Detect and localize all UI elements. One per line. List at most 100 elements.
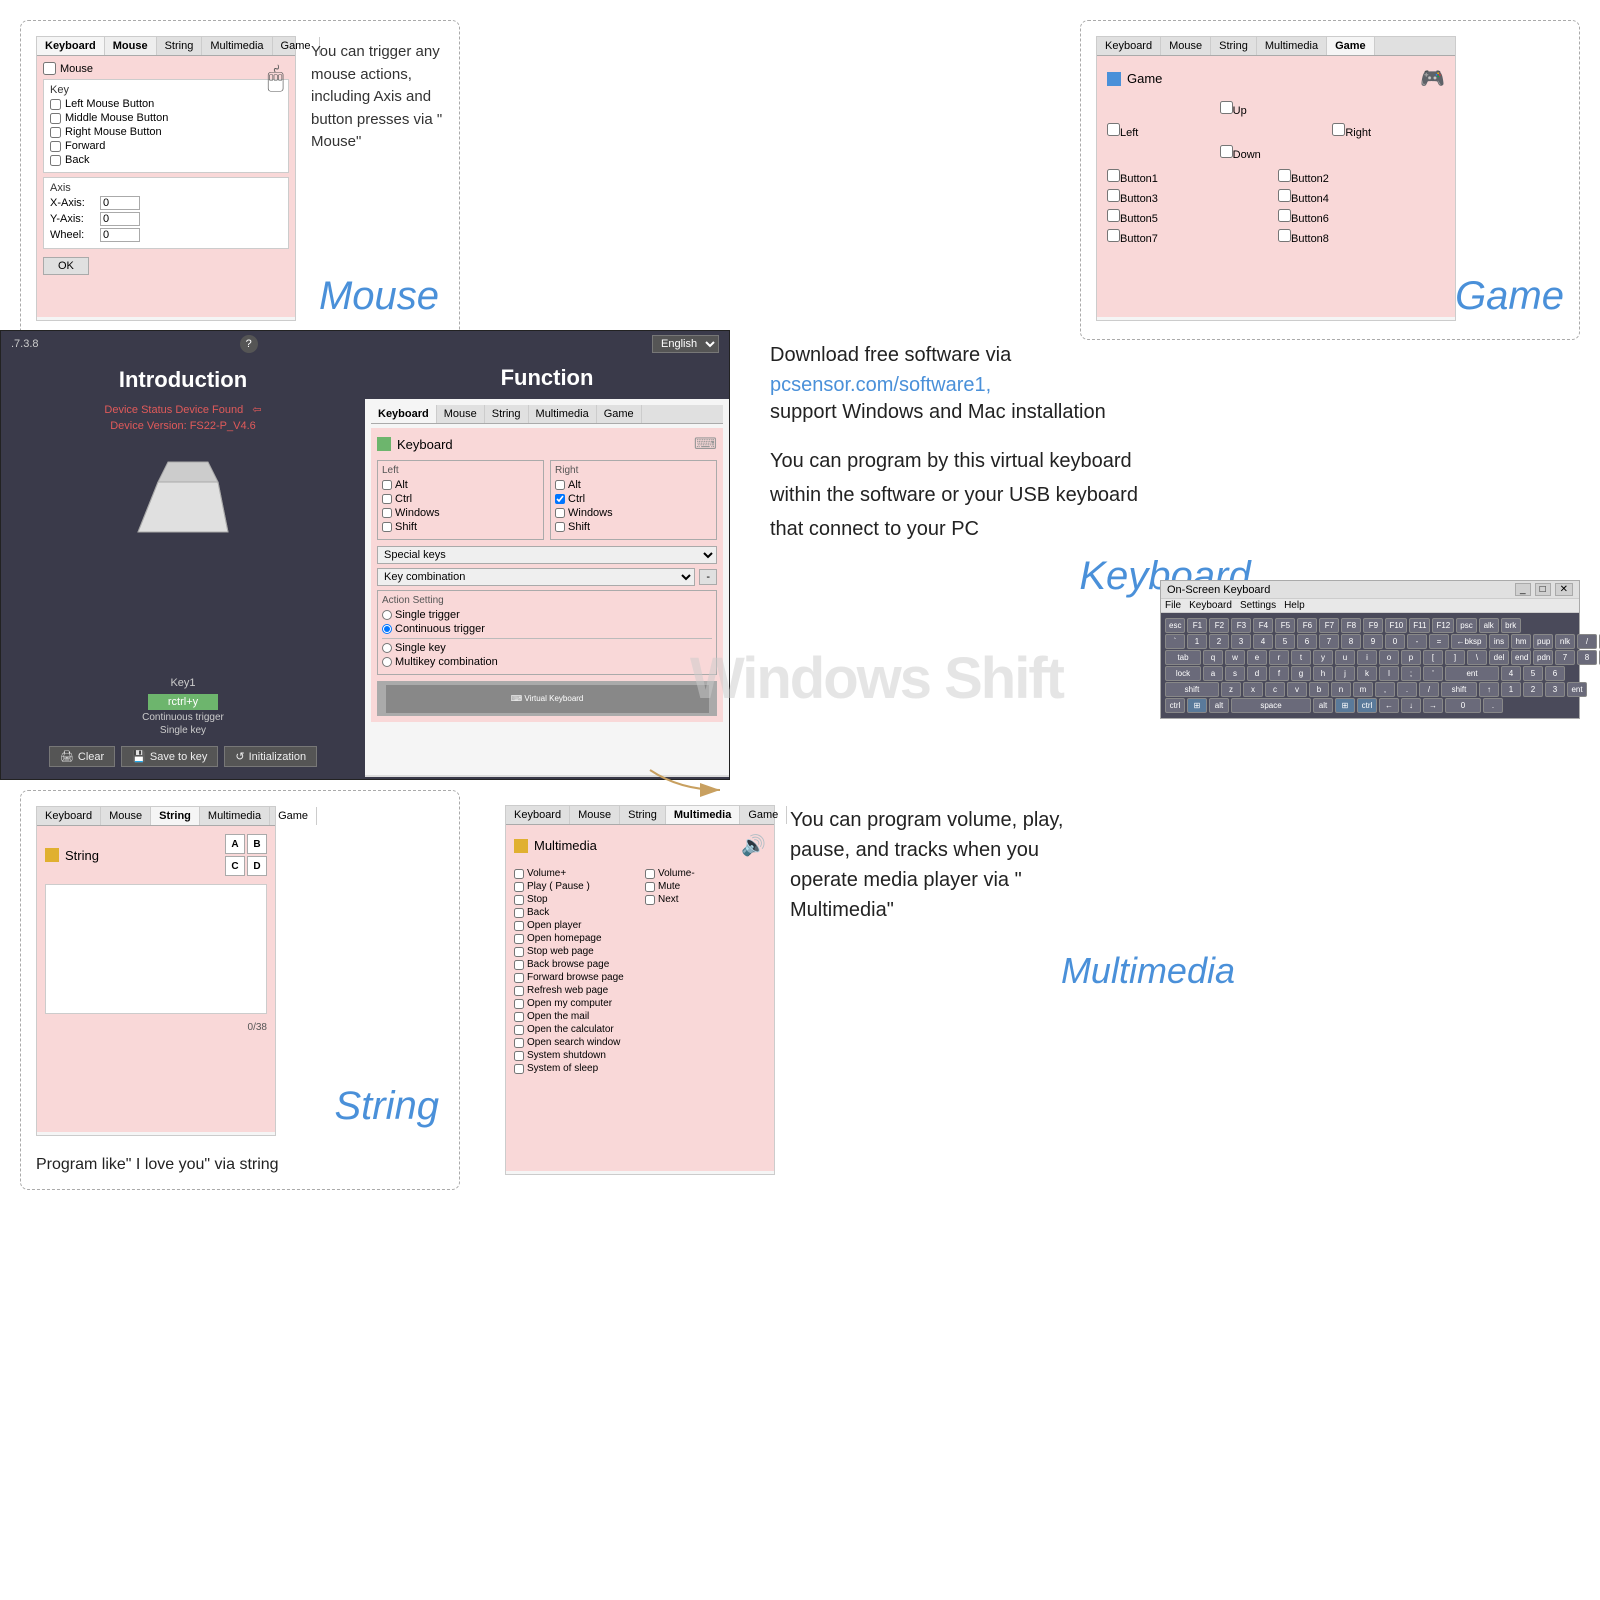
osk-key-rctrl[interactable]: ctrl [1357,698,1377,713]
game-tab-mouse[interactable]: Mouse [1161,37,1211,55]
osk-key-h[interactable]: h [1313,666,1333,681]
game-tab-game[interactable]: Game [1327,37,1375,55]
osk-key-backslash[interactable]: \ [1467,650,1487,665]
osk-key-numdot[interactable]: . [1483,698,1503,713]
osk-key-left[interactable]: ← [1379,698,1399,713]
osk-key-num0[interactable]: 0 [1445,698,1481,713]
osk-key-d[interactable]: d [1247,666,1267,681]
game-tab-keyboard[interactable]: Keyboard [1097,37,1161,55]
osk-key-hm[interactable]: hm [1511,634,1531,649]
osk-key-s[interactable]: s [1225,666,1245,681]
osk-key-slash[interactable]: / [1419,682,1439,697]
osk-menu-file[interactable]: File [1165,600,1181,611]
osk-key-ins[interactable]: ins [1489,634,1509,649]
wheel-input[interactable] [100,228,140,242]
game-tab-multimedia[interactable]: Multimedia [1257,37,1327,55]
osk-key-g[interactable]: g [1291,666,1311,681]
osk-menu-keyboard[interactable]: Keyboard [1189,600,1232,611]
virtual-keyboard-thumbnail[interactable]: ⌨ Virtual Keyboard [377,681,717,716]
osk-key-alk[interactable]: alk [1479,618,1499,633]
osk-key-lwin[interactable]: ⊞ [1187,698,1207,713]
language-select[interactable]: English [652,335,719,353]
osk-key-lalt[interactable]: alt [1209,698,1229,713]
osk-key-num3[interactable]: 3 [1545,682,1565,697]
osk-minimize-btn[interactable]: _ [1515,583,1531,596]
osk-key-rbracket[interactable]: ] [1445,650,1465,665]
single-trigger-radio[interactable] [382,610,392,620]
osk-key-num1[interactable]: 1 [1501,682,1521,697]
osk-key-f1[interactable]: F1 [1187,618,1207,633]
osk-key-lbracket[interactable]: [ [1423,650,1443,665]
mm-tab-keyboard[interactable]: Keyboard [506,806,570,824]
str-tab-mouse[interactable]: Mouse [101,807,151,825]
osk-key-2[interactable]: 2 [1209,634,1229,649]
osk-key-nlk[interactable]: nlk [1555,634,1575,649]
tab-keyboard[interactable]: Keyboard [37,37,105,55]
osk-key-f2[interactable]: F2 [1209,618,1229,633]
osk-key-period[interactable]: . [1397,682,1417,697]
osk-key-l[interactable]: l [1379,666,1399,681]
osk-key-space[interactable]: space [1231,698,1311,713]
osk-key-6[interactable]: 6 [1297,634,1317,649]
osk-key-f4[interactable]: F4 [1253,618,1273,633]
osk-key-p[interactable]: p [1401,650,1421,665]
mm-tab-string[interactable]: String [620,806,666,824]
osk-key-8[interactable]: 8 [1577,650,1597,665]
tab-multimedia[interactable]: Multimedia [202,37,272,55]
osk-key-numslash[interactable]: / [1577,634,1597,649]
osk-key-y[interactable]: y [1313,650,1333,665]
osk-key-v[interactable]: v [1287,682,1307,697]
osk-key-del[interactable]: del [1489,650,1509,665]
str-tab-game[interactable]: Game [270,807,317,825]
str-tab-string[interactable]: String [151,807,200,825]
osk-key-tilde[interactable]: ` [1165,634,1185,649]
func-tab-game[interactable]: Game [597,405,642,423]
osk-key-f10[interactable]: F10 [1385,618,1407,633]
str-icon-c[interactable]: C [225,856,245,876]
osk-key-num2[interactable]: 2 [1523,682,1543,697]
osk-key-i[interactable]: i [1357,650,1377,665]
multikey-radio[interactable] [382,657,392,667]
osk-key-3[interactable]: 3 [1231,634,1251,649]
osk-key-brk[interactable]: brk [1501,618,1521,633]
osk-key-numenter[interactable]: ent [1567,682,1587,697]
osk-key-lctrl[interactable]: ctrl [1165,698,1185,713]
str-tab-keyboard[interactable]: Keyboard [37,807,101,825]
initialization-button[interactable]: ↺ Initialization [224,746,317,767]
osk-key-f7[interactable]: F7 [1319,618,1339,633]
osk-key-n[interactable]: n [1331,682,1351,697]
osk-key-up[interactable]: ↑ [1479,682,1499,697]
osk-key-f6[interactable]: F6 [1297,618,1317,633]
osk-key-c[interactable]: c [1265,682,1285,697]
osk-key-num5[interactable]: 5 [1523,666,1543,681]
osk-key-psc[interactable]: psc [1456,618,1476,633]
str-icon-a[interactable]: A [225,834,245,854]
func-tab-keyboard[interactable]: Keyboard [371,405,437,423]
osk-key-1[interactable]: 1 [1187,634,1207,649]
str-tab-multimedia[interactable]: Multimedia [200,807,270,825]
osk-key-f11[interactable]: F11 [1409,618,1430,633]
osk-key-t[interactable]: t [1291,650,1311,665]
mouse-checkbox[interactable] [43,62,56,75]
osk-key-lock[interactable]: lock [1165,666,1201,681]
osk-key-f12[interactable]: F12 [1432,618,1454,633]
y-axis-input[interactable] [100,212,140,226]
save-to-key-button[interactable]: 💾 Save to key [121,746,218,767]
key-combination-select[interactable]: Key combination [377,568,695,586]
osk-key-esc[interactable]: esc [1165,618,1185,633]
continuous-trigger-radio[interactable] [382,624,392,634]
mm-tab-mouse[interactable]: Mouse [570,806,620,824]
osk-key-4[interactable]: 4 [1253,634,1273,649]
func-tab-string[interactable]: String [485,405,529,423]
func-tab-multimedia[interactable]: Multimedia [529,405,597,423]
osk-key-end[interactable]: end [1511,650,1531,665]
ok-button[interactable]: OK [43,257,89,275]
osk-key-f5[interactable]: F5 [1275,618,1295,633]
osk-key-u[interactable]: u [1335,650,1355,665]
osk-key-9[interactable]: 9 [1363,634,1383,649]
osk-key-enter[interactable]: ent [1445,666,1499,681]
osk-key-7[interactable]: 7 [1555,650,1575,665]
osk-key-b[interactable]: b [1309,682,1329,697]
osk-key-7[interactable]: 7 [1319,634,1339,649]
clear-button[interactable]: 🖨 Clear [49,746,115,767]
